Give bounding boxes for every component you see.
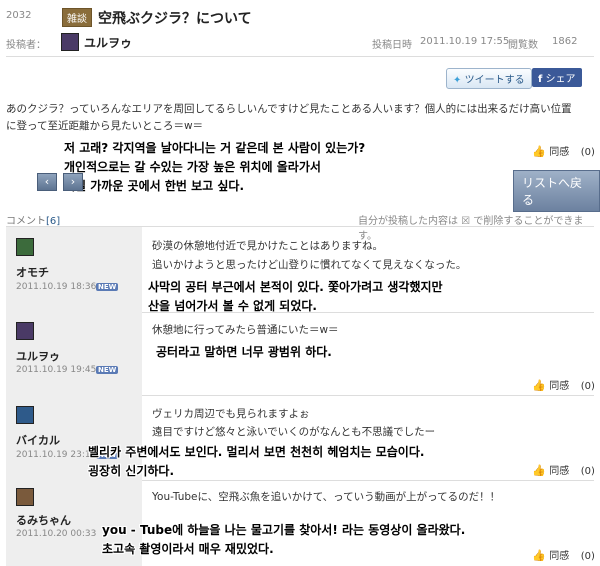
thumbs-up-icon: 👍 <box>532 145 546 158</box>
tweet-button[interactable]: ✦ ツイートする <box>446 68 532 89</box>
post-date: 2011.10.19 17:55 <box>420 36 510 47</box>
like-count: (0) <box>580 381 595 392</box>
date-label: 投稿日時 <box>372 40 412 51</box>
comment-translation-line-2: 초고속 촬영이라서 매우 재밌었다. <box>102 542 274 556</box>
like-button[interactable]: 👍 同感 (0) <box>532 377 595 392</box>
tweet-label: ツイートする <box>464 75 525 86</box>
avatar <box>16 322 34 340</box>
facebook-icon: f <box>538 74 543 85</box>
views-label: 閲覧数 <box>508 40 538 51</box>
translation-line-2: 개인적으로는 갈 수있는 가장 높은 위치에 올라가서 <box>64 160 321 174</box>
comment-author[interactable]: ユルヲゥ <box>16 348 60 364</box>
comment-author[interactable]: バイカル <box>16 432 60 448</box>
category-badge: 雑談 <box>62 8 92 27</box>
like-count: (0) <box>580 551 595 562</box>
comment-author[interactable]: るみちゃん <box>16 512 71 528</box>
chevron-right-icon: › <box>70 175 76 188</box>
share-button[interactable]: f シェア <box>532 68 582 87</box>
comment-translation-line-1: 사막의 공터 부근에서 본적이 있다. 쫓아가려고 생각했지만 <box>148 280 443 294</box>
comment-text-line-2: 追いかけようと思ったけど山登りに慣れてなくて見えなくなった。 <box>152 259 467 271</box>
share-label: シェア <box>545 74 576 85</box>
like-count: (0) <box>580 147 595 158</box>
delete-note: 自分が投稿した内容は ☒ で削除することができます。 <box>358 216 584 242</box>
thumbs-up-icon: 👍 <box>532 549 546 562</box>
comment-text-line-1: You-Tubeに、空飛ぶ魚を追いかけて、っていう動画が上がってるのだ！！ <box>152 491 501 503</box>
post-body-line-2: に登って至近距離から見たいところ＝w＝ <box>6 120 204 132</box>
avatar <box>16 406 34 424</box>
page-title: 空飛ぶクジラ？について <box>98 11 252 27</box>
like-label: 同感 <box>549 551 570 562</box>
like-label: 同感 <box>549 381 570 392</box>
comment-translation-line-2: 굉장히 신기하다. <box>88 464 175 478</box>
comment-date: 2011.10.19 23:16 <box>16 450 97 460</box>
comment-text-line-2: 遠目ですけど悠々と泳いでいくのがなんとも不思議でしたー <box>152 426 436 438</box>
avatar <box>16 488 34 506</box>
thumbs-up-icon: 👍 <box>532 379 546 392</box>
like-button[interactable]: 👍 同感 (0) <box>532 143 595 158</box>
comment-text-line-1: 休憩地に行ってみたら普通にいた＝w＝ <box>152 324 339 336</box>
comment-translation-line-1: 벨리카 주변에서도 보인다. 멀리서 보면 천천히 헤엄치는 모습이다. <box>88 445 425 459</box>
like-button[interactable]: 👍 同感 (0) <box>532 547 595 562</box>
like-count: (0) <box>580 466 595 477</box>
next-button[interactable]: › <box>63 173 83 191</box>
post-body-line-1: あのクジラ？っていろんなエリアを周回してるらしいんですけど見たことある人います？… <box>6 103 572 115</box>
divider <box>142 480 594 481</box>
comment-translation-line-1: 공터라고 말하면 너무 광범위 하다. <box>156 345 332 359</box>
comment-translation-line-1: you - Tube에 하늘을 나는 물고기를 찾아서! 라는 동영상이 올라왔… <box>102 523 466 537</box>
divider <box>6 56 594 57</box>
comments-header: コメント[6] <box>6 212 60 227</box>
comment-text-line-1: ヴェリカ周辺でも見られますよぉ <box>152 408 310 420</box>
comment-date: 2011.10.19 19:45 <box>16 365 97 375</box>
avatar <box>61 33 79 51</box>
twitter-icon: ✦ <box>453 75 462 86</box>
avatar <box>16 238 34 256</box>
comment-date: 2011.10.19 18:36 <box>16 282 97 292</box>
new-badge: NEW <box>96 283 119 291</box>
thumbs-up-icon: 👍 <box>532 464 546 477</box>
like-button[interactable]: 👍 同感 (0) <box>532 462 595 477</box>
poster-label: 投稿者： <box>6 40 46 51</box>
chevron-left-icon: ‹ <box>44 175 50 188</box>
divider <box>142 312 594 313</box>
like-label: 同感 <box>549 147 570 158</box>
comment-author[interactable]: オモチ <box>16 264 49 280</box>
comment-text-line-1: 砂漠の休憩地付近で見かけたことはありますね。 <box>152 240 383 252</box>
translation-line-3: 제일 가까운 곳에서 한번 보고 싶다. <box>64 179 245 193</box>
like-label: 同感 <box>549 466 570 477</box>
comment-date: 2011.10.20 00:33 <box>16 529 97 539</box>
back-to-list-button[interactable]: リストへ戻る <box>513 170 600 212</box>
post-number: 2032 <box>6 10 32 21</box>
poster-name[interactable]: ユルヲゥ <box>84 34 132 51</box>
prev-button[interactable]: ‹ <box>37 173 57 191</box>
translation-line-1: 저 고래? 각지역을 날아다니는 거 같은데 본 사람이 있는가? <box>64 141 366 155</box>
views-count: 1862 <box>552 36 578 47</box>
new-badge: NEW <box>96 366 119 374</box>
divider <box>142 395 594 396</box>
